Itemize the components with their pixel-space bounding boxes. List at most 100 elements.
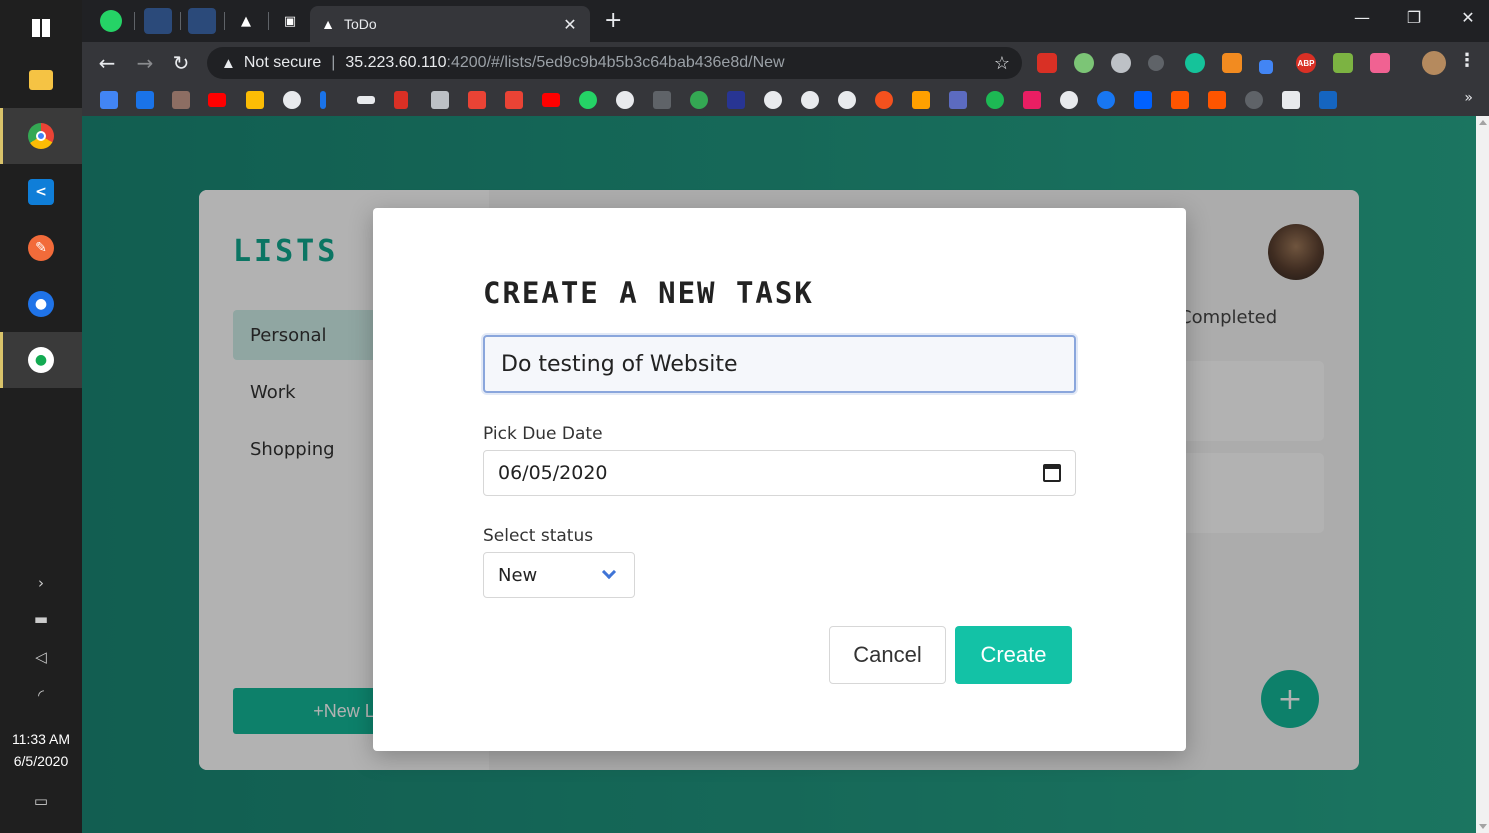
extension-icon[interactable] (1333, 53, 1353, 73)
tab-title: ToDo (344, 16, 377, 32)
mongodb-compass-icon[interactable]: ● (0, 332, 82, 388)
pinned-tab-icon[interactable] (144, 8, 172, 34)
bookmark-icon[interactable] (1060, 91, 1078, 109)
chrome-taskbar-icon[interactable] (0, 108, 82, 164)
extension-icon[interactable] (1222, 53, 1242, 73)
spotify-bookmark-icon[interactable] (986, 91, 1004, 109)
status-select[interactable]: New (483, 552, 635, 598)
extension-icon[interactable] (1074, 53, 1094, 73)
soundcloud-bookmark-icon[interactable] (1208, 91, 1226, 109)
due-date-label: Pick Due Date (483, 424, 603, 444)
due-date-input[interactable]: 06/05/2020 (483, 450, 1076, 496)
gmail-bookmark-icon[interactable] (468, 91, 486, 109)
system-clock[interactable]: 11:33 AM 6/5/2020 (0, 728, 82, 772)
extension-icon[interactable] (1370, 53, 1390, 73)
sourcetree-icon[interactable]: ● (0, 276, 82, 332)
create-task-dialog: CREATE A NEW TASK Pick Due Date 06/05/20… (373, 208, 1186, 751)
bookmark-icon[interactable] (1023, 91, 1041, 109)
page-viewport: LISTS Personal Work Shopping +New List C… (82, 116, 1476, 833)
google-bookmark-icon[interactable] (801, 91, 819, 109)
angular-tab-icon[interactable]: ▲ (232, 8, 260, 34)
forward-icon[interactable]: → (132, 50, 158, 76)
profile-avatar[interactable] (1422, 51, 1446, 75)
grammarly-icon[interactable] (1185, 53, 1205, 73)
menu-dots-icon[interactable]: ⋮ (1458, 50, 1476, 71)
chip-tab-icon[interactable]: ▣ (276, 8, 304, 34)
bookmark-icon[interactable] (1319, 91, 1337, 109)
scroll-up-icon[interactable] (1479, 120, 1487, 125)
pinned-tab-icon[interactable] (188, 8, 216, 34)
bookmark-icon[interactable] (431, 91, 449, 109)
gmail-bookmark-icon[interactable] (505, 91, 523, 109)
battery-icon[interactable]: ▬ (0, 602, 82, 636)
clock-time: 11:33 AM (11, 731, 71, 747)
more-bookmarks-icon[interactable]: » (1464, 90, 1473, 106)
task-title-input[interactable] (483, 335, 1076, 393)
vscode-icon[interactable]: < (0, 164, 82, 220)
bookmark-icon[interactable] (320, 91, 326, 109)
minimize-icon[interactable]: — (1342, 8, 1382, 27)
chrome-window: ▲ ▣ ▲ ToDo ✕ + — ❐ ✕ ← → ↻ ▲ Not secure … (82, 0, 1489, 833)
file-explorer-icon[interactable] (0, 52, 82, 108)
bookmark-icon[interactable] (616, 91, 634, 109)
whatsapp-tab-icon[interactable] (100, 10, 122, 32)
due-date-value: 06/05/2020 (498, 462, 608, 484)
dropbox-bookmark-icon[interactable] (1134, 91, 1152, 109)
facebook-bookmark-icon[interactable] (1097, 91, 1115, 109)
reload-icon[interactable]: ↻ (168, 50, 194, 76)
bookmark-icon[interactable] (357, 96, 375, 104)
bookmark-icon[interactable] (875, 91, 893, 109)
dialog-title: CREATE A NEW TASK (483, 276, 814, 310)
bookmark-icon[interactable] (690, 91, 708, 109)
angular-icon: ▲ (321, 16, 335, 32)
bookmark-icon[interactable] (1282, 91, 1300, 109)
firebase-bookmark-icon[interactable] (912, 91, 930, 109)
whatsapp-bookmark-icon[interactable] (579, 91, 597, 109)
chevron-down-icon (601, 564, 617, 580)
status-label: Select status (483, 526, 594, 546)
restore-icon[interactable]: ❐ (1394, 8, 1434, 27)
chevron-right-icon[interactable]: › (0, 566, 82, 600)
calendar-icon[interactable] (1043, 464, 1061, 482)
postman-icon[interactable]: ✎ (0, 220, 82, 276)
bookmark-icon[interactable] (949, 91, 967, 109)
new-tab-icon[interactable]: + (604, 10, 622, 32)
globe-extension-icon[interactable] (1111, 53, 1131, 73)
youtube-bookmark-icon[interactable] (542, 93, 560, 107)
volume-icon[interactable]: ◁ (0, 640, 82, 674)
address-bar[interactable]: ▲ Not secure | 35.223.60.110 :4200/#/lis… (207, 47, 1022, 79)
bookmark-icon[interactable] (727, 91, 745, 109)
create-button[interactable]: Create (955, 626, 1072, 684)
adblock-plus-icon[interactable]: ABP (1296, 53, 1316, 73)
bookmark-icon[interactable] (100, 91, 118, 109)
bookmark-icon[interactable] (394, 91, 408, 109)
bookmark-icon[interactable] (1245, 91, 1263, 109)
bookmark-icon[interactable] (136, 91, 154, 109)
scroll-down-icon[interactable] (1479, 824, 1487, 829)
windows-taskbar: < ✎ ● ● › ▬ ◁ ◜ 11:33 AM 6/5/2020 ▭ (0, 0, 82, 833)
windows-start-icon[interactable] (0, 0, 82, 56)
soundcloud-bookmark-icon[interactable] (1171, 91, 1189, 109)
youtube-bookmark-icon[interactable] (208, 93, 226, 107)
bookmark-star-icon[interactable]: ☆ (994, 53, 1010, 74)
bookmark-icon[interactable] (246, 91, 264, 109)
extension-icon[interactable] (1148, 55, 1164, 71)
bookmark-icon[interactable] (653, 91, 671, 109)
bookmark-icon[interactable] (283, 91, 301, 109)
bookmark-icon[interactable] (764, 91, 782, 109)
notification-icon[interactable]: ▭ (0, 784, 82, 818)
back-icon[interactable]: ← (94, 50, 120, 76)
extension-icon[interactable] (1037, 53, 1057, 73)
clock-date: 6/5/2020 (13, 753, 69, 769)
github-bookmark-icon[interactable] (838, 91, 856, 109)
url-path: :4200/#/lists/5ed9c9b4b5b3c64bab436e8d/N… (446, 54, 785, 71)
wifi-icon[interactable]: ◜ (0, 678, 82, 712)
tab-todo[interactable]: ▲ ToDo ✕ (310, 6, 590, 42)
page-scrollbar[interactable] (1476, 116, 1489, 833)
bookmark-icon[interactable] (172, 91, 190, 109)
close-window-icon[interactable]: ✕ (1448, 8, 1488, 27)
close-tab-icon[interactable]: ✕ (560, 15, 580, 34)
extension-icon[interactable] (1259, 60, 1273, 74)
cancel-button[interactable]: Cancel (829, 626, 946, 684)
bookmarks-bar: » (82, 84, 1489, 116)
